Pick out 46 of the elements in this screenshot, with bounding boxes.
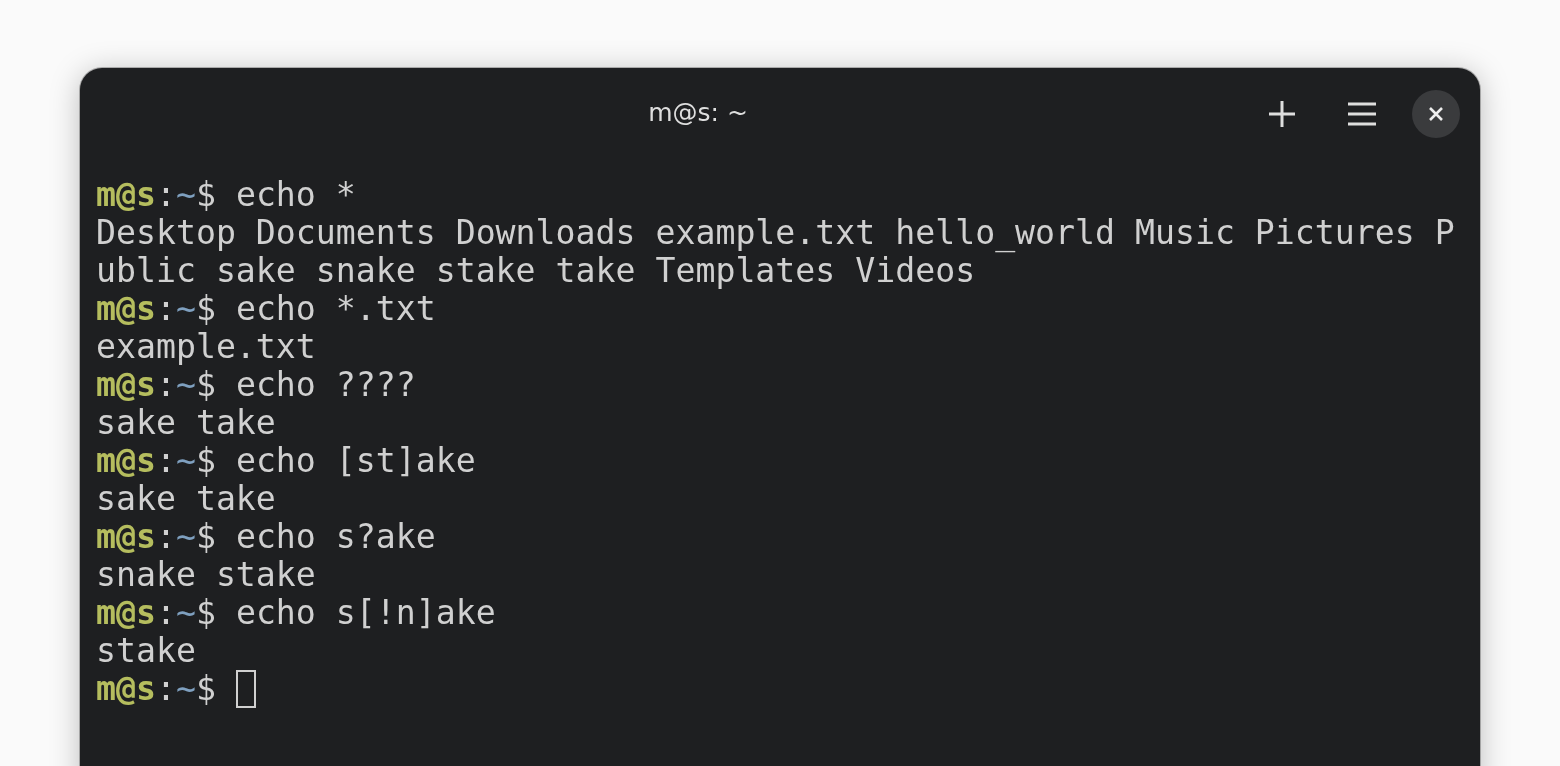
prompt-separator: :: [155, 594, 176, 632]
prompt-path: ~: [175, 594, 196, 632]
command-text: echo [st]ake: [235, 442, 476, 480]
close-icon: [1428, 106, 1444, 122]
prompt-user: m@s: [96, 442, 156, 480]
output-text: sake take: [96, 404, 276, 442]
prompt-user: m@s: [96, 176, 156, 214]
prompt-symbol: $: [195, 176, 216, 214]
menu-icon: [1347, 101, 1377, 127]
prompt-separator: :: [155, 518, 176, 556]
output-text: ublic sake snake stake take Templates Videos: [96, 252, 976, 290]
output-text: snake stake: [96, 556, 316, 594]
prompt-separator: :: [155, 670, 176, 708]
prompt-symbol: $: [195, 366, 216, 404]
output-text: example.txt: [96, 328, 316, 366]
command-text: echo *: [235, 176, 356, 214]
command-text: echo s[!n]ake: [235, 594, 496, 632]
prompt-symbol: $: [195, 670, 216, 708]
plus-icon: [1267, 99, 1297, 129]
prompt-separator: :: [155, 290, 176, 328]
window-title: m@s: ~: [648, 97, 748, 127]
command-text: echo s?ake: [235, 518, 436, 556]
prompt-user: m@s: [96, 366, 156, 404]
prompt-path: ~: [175, 290, 196, 328]
prompt-separator: :: [155, 176, 176, 214]
output-text: stake: [96, 632, 196, 670]
prompt-symbol: $: [195, 442, 216, 480]
prompt-user: m@s: [96, 518, 156, 556]
prompt-user: m@s: [96, 670, 156, 708]
prompt-path: ~: [175, 176, 196, 214]
command-text: echo *.txt: [235, 290, 436, 328]
prompt-path: ~: [175, 366, 196, 404]
output-text: sake take: [96, 480, 276, 518]
prompt-symbol: $: [195, 594, 216, 632]
prompt-path: ~: [175, 670, 196, 708]
prompt-user: m@s: [96, 290, 156, 328]
command-text: echo ????: [235, 366, 416, 404]
output-text: Desktop Documents Downloads example.txt hello_world Music Pictures P: [96, 214, 1455, 252]
prompt-separator: :: [155, 366, 176, 404]
prompt-separator: :: [155, 442, 176, 480]
prompt-path: ~: [175, 442, 196, 480]
prompt-user: m@s: [96, 594, 156, 632]
prompt-path: ~: [175, 518, 196, 556]
prompt-symbol: $: [195, 290, 216, 328]
prompt-symbol: $: [195, 518, 216, 556]
close-button[interactable]: [1412, 90, 1460, 138]
